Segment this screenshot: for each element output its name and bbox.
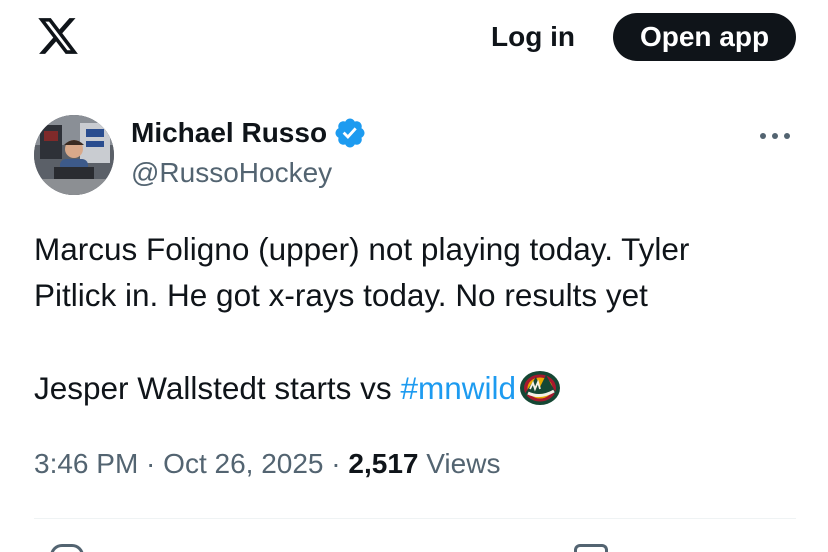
views-count: 2,517 bbox=[348, 448, 419, 479]
views-label: Views bbox=[418, 448, 501, 479]
tweet-meta: 3:46 PM · Oct 26, 2025 · 2,517 Views bbox=[34, 448, 500, 480]
divider bbox=[34, 518, 796, 519]
meta-separator: · bbox=[138, 448, 164, 479]
author-name[interactable]: Michael Russo bbox=[131, 116, 367, 150]
tweet-line-1: Marcus Foligno (upper) not playing today… bbox=[34, 231, 690, 267]
open-app-button[interactable]: Open app bbox=[613, 13, 796, 61]
author-handle[interactable]: @RussoHockey bbox=[131, 157, 332, 189]
minnesota-wild-logo-icon bbox=[519, 371, 560, 405]
tweet-page: Log in Open app Michael Russo @RussoHock… bbox=[0, 0, 828, 552]
avatar-image bbox=[34, 115, 114, 195]
x-logo-icon[interactable] bbox=[36, 14, 80, 58]
tweet-text: Marcus Foligno (upper) not playing today… bbox=[34, 226, 794, 411]
author-name-text: Michael Russo bbox=[131, 117, 328, 148]
avatar[interactable] bbox=[34, 115, 114, 195]
more-options-icon[interactable] bbox=[757, 122, 793, 150]
tweet-line-3-text: Jesper Wallstedt starts vs bbox=[34, 370, 401, 406]
bookmark-icon[interactable] bbox=[574, 544, 608, 552]
tweet-line-2: Pitlick in. He got x-rays today. No resu… bbox=[34, 277, 648, 313]
verified-badge-icon bbox=[335, 118, 365, 148]
reply-icon[interactable] bbox=[50, 544, 84, 552]
tweet-line-3: Jesper Wallstedt starts vs #mnwild bbox=[34, 365, 794, 411]
tweet-time[interactable]: 3:46 PM bbox=[34, 448, 138, 479]
login-button[interactable]: Log in bbox=[484, 14, 582, 60]
meta-separator: · bbox=[323, 448, 349, 479]
tweet-date[interactable]: Oct 26, 2025 bbox=[163, 448, 323, 479]
hashtag-link[interactable]: #mnwild bbox=[400, 370, 516, 406]
